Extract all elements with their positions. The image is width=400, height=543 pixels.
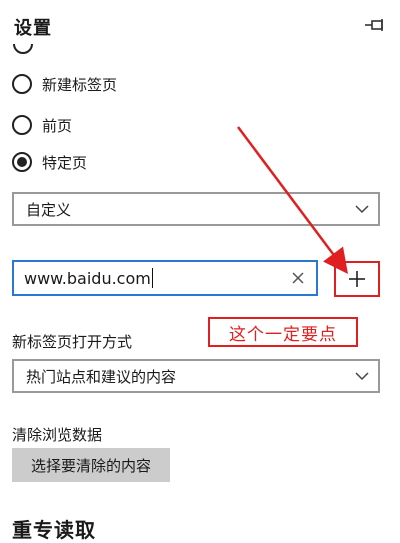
select-value: 热门站点和建议的内容	[26, 367, 177, 386]
radio-circle-selected[interactable]	[12, 152, 32, 172]
radio-option-previous-page[interactable]: 前页	[12, 111, 72, 139]
select-value: 自定义	[26, 200, 72, 219]
page-type-select[interactable]: 自定义	[12, 192, 380, 226]
plus-icon	[349, 271, 365, 287]
scrolled-radio-fragment	[0, 44, 60, 54]
radio-option-specific-page[interactable]: 特定页	[12, 148, 87, 176]
new-tab-select[interactable]: 热门站点和建议的内容	[12, 359, 380, 393]
radio-label: 新建标签页	[42, 75, 118, 94]
radio-label: 特定页	[42, 153, 88, 172]
radio-label: 前页	[42, 116, 73, 135]
chevron-down-icon	[355, 372, 369, 381]
add-url-button[interactable]	[334, 261, 380, 297]
panel-title: 设置	[14, 18, 52, 39]
new-tab-label: 新标签页打开方式	[12, 333, 133, 351]
close-icon[interactable]	[290, 270, 306, 286]
radio-option-new-tab[interactable]: 新建标签页	[12, 70, 117, 98]
clear-data-label: 清除浏览数据	[12, 426, 103, 444]
chevron-down-icon	[355, 205, 369, 214]
choose-clear-content-button[interactable]: 选择要清除的内容	[12, 448, 170, 482]
annotation-callout: 这个一定要点	[208, 317, 358, 347]
pin-icon[interactable]	[364, 16, 388, 34]
url-value: www.baidu.com	[24, 268, 151, 288]
radio-circle[interactable]	[12, 115, 32, 135]
url-input[interactable]: www.baidu.com	[12, 260, 318, 296]
radio-circle[interactable]	[12, 74, 32, 94]
